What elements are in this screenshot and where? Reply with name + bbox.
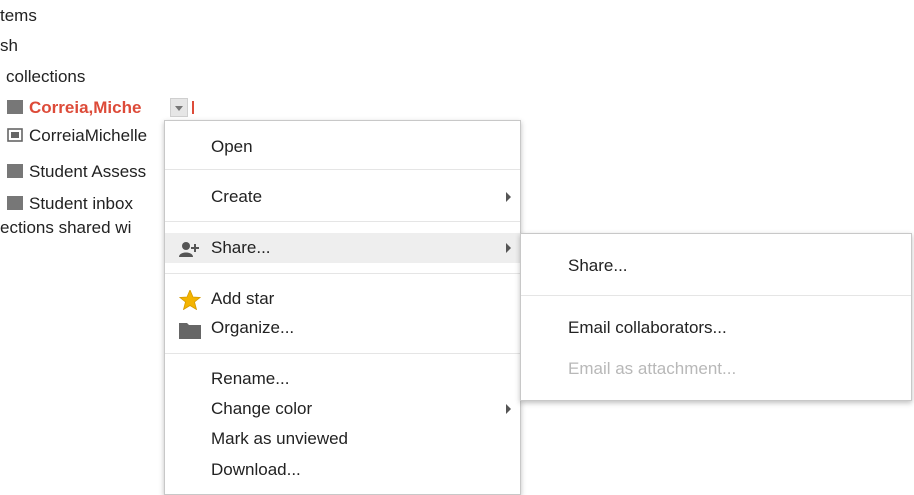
menu-item-share[interactable]: Share... [165,233,520,263]
folder-icon [7,100,25,114]
menu-item-change-color[interactable]: Change color [165,394,520,424]
folder-icon [7,164,25,178]
shared-folder-icon [7,128,25,142]
sidebar-item-label: tems [0,6,37,25]
sidebar-item-label: Student inbox [29,194,133,213]
menu-item-add-star[interactable]: Add star [165,284,520,314]
menu-divider [165,221,520,222]
menu-item-label: Change color [211,399,313,418]
submenu-item-email-as-attachment: Email as attachment... [521,354,911,384]
star-icon [178,288,202,311]
menu-item-label: Mark as unviewed [211,429,349,448]
sidebar-item-label: ections shared wi [0,218,132,237]
submenu-item-share[interactable]: Share... [521,251,911,281]
menu-divider [165,169,520,170]
drive-window: tems sh collections Correia,Miche Correi… [0,0,914,495]
add-person-icon [179,239,201,257]
menu-item-open[interactable]: Open [165,132,520,162]
share-submenu: Share... Email collaborators... Email as… [520,233,912,401]
menu-item-label: Add star [211,289,275,308]
menu-divider [165,353,520,354]
menu-item-rename[interactable]: Rename... [165,364,520,394]
sidebar-item-label: CorreiaMichelle [29,126,148,145]
menu-item-organize[interactable]: Organize... [165,313,520,343]
menu-item-label: Open [211,137,253,156]
menu-item-label: Rename... [211,369,290,388]
sidebar-item-label: Student Assess [29,162,147,181]
menu-divider [521,295,911,296]
submenu-item-email-collaborators[interactable]: Email collaborators... [521,313,911,343]
submenu-arrow-icon [506,243,511,253]
submenu-item-label: Email as attachment... [568,359,737,378]
folder-color-indicator [192,101,194,114]
sidebar-item-label: Correia,Miche [29,98,142,117]
submenu-item-label: Share... [568,256,628,275]
menu-item-mark-as-unviewed[interactable]: Mark as unviewed [165,424,520,454]
menu-item-label: Share... [211,238,271,257]
folder-options-dropdown-button[interactable] [170,98,188,117]
submenu-item-label: Email collaborators... [568,318,727,337]
sidebar-item-label: collections [6,67,86,86]
menu-item-label: Organize... [211,318,295,337]
sidebar-item-items[interactable]: tems [0,2,37,30]
sidebar-item-label: sh [0,36,18,55]
sidebar-item-collections-shared[interactable]: ections shared wi [0,214,164,242]
menu-item-create[interactable]: Create [165,182,520,212]
sidebar-item-collections[interactable]: collections [6,63,85,91]
folder-context-menu: Open Create Share... Add star Organize..… [164,120,521,495]
folder-icon [7,196,25,210]
menu-divider [165,273,520,274]
submenu-arrow-icon [506,192,511,202]
sidebar-item-trash[interactable]: sh [0,32,18,60]
menu-item-download[interactable]: Download... [165,455,520,485]
folder-icon [179,319,201,339]
submenu-arrow-icon [506,404,511,414]
menu-item-label: Download... [211,460,301,479]
menu-item-label: Create [211,187,263,206]
